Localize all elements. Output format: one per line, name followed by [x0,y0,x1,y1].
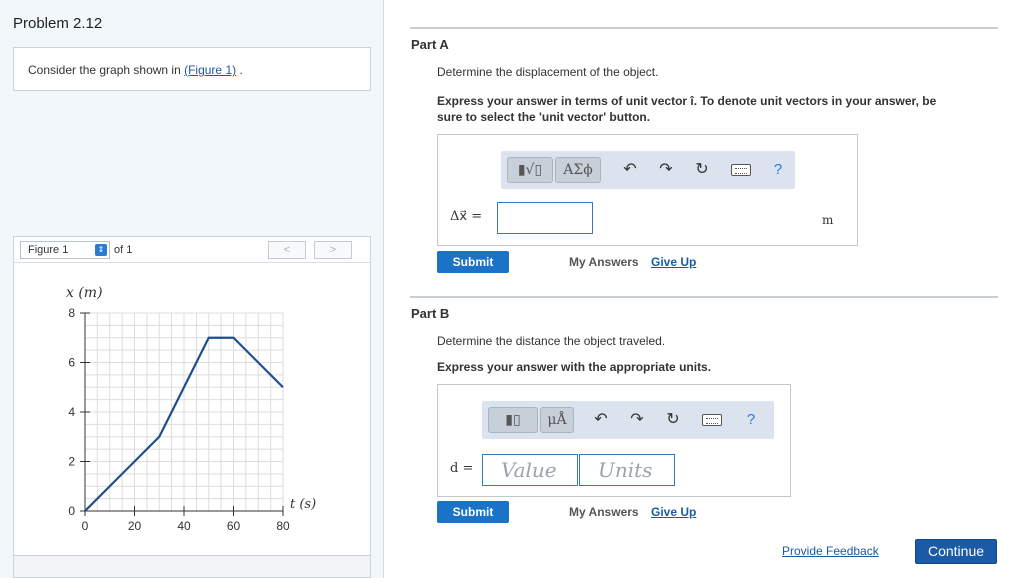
y-axis-label: x (m) [66,285,103,301]
part-a-label: Part A [411,37,449,52]
figure-footer-bar [13,555,371,578]
part-a-unit: m [822,213,834,227]
undo-icon[interactable]: ↶ [621,161,639,179]
part-a-question: Determine the displacement of the object… [437,65,659,79]
left-panel: Problem 2.12 Consider the graph shown in… [0,0,384,578]
part-b-give-up[interactable]: Give Up [651,505,696,519]
templates-button[interactable]: ▮√▯ [507,157,553,183]
figure-panel: Figure 1 ⇕ of 1 < > 0 20 40 60 80 0 2 4 6 8 x (m) t… [13,236,371,578]
part-b-answer-box: ▮▯ μÅ ↶ ↷ ↻ ? d = Value Units [437,384,791,497]
provide-feedback-link[interactable]: Provide Feedback [782,544,879,558]
help-icon[interactable]: ? [769,161,787,179]
redo-icon[interactable]: ↷ [657,161,675,179]
templates-button[interactable]: ▮▯ [488,407,538,433]
units-input[interactable]: Units [579,454,675,486]
keyboard-icon[interactable] [731,164,751,176]
updown-arrow-icon: ⇕ [95,244,107,256]
part-a-toolbar: ▮√▯ ΑΣϕ ↶ ↷ ↻ ? [501,151,795,189]
part-a-instruction-1: Express your answer in terms of unit vec… [437,94,937,108]
part-b-divider [410,296,998,298]
y-tick-label: 0 [68,504,75,518]
reset-icon[interactable]: ↻ [693,161,711,179]
position-time-graph: 0 20 40 60 80 0 2 4 6 8 x (m) t (s) [66,285,316,533]
value-input[interactable]: Value [482,454,578,486]
part-a-submit-button[interactable]: Submit [437,251,509,273]
next-figure-button[interactable]: > [314,241,352,259]
y-tick-label: 2 [68,455,75,469]
part-b-question: Determine the distance the object travel… [437,334,666,348]
x-tick-label: 0 [82,519,89,533]
units-symbols-button[interactable]: μÅ [540,407,574,433]
keyboard-icon[interactable] [702,414,722,426]
prev-figure-button[interactable]: < [268,241,306,259]
figure-count: of 1 [114,244,133,256]
figure-select[interactable]: Figure 1 ⇕ [20,241,110,259]
figure-header: Figure 1 ⇕ of 1 < > [14,237,370,263]
part-a-answer-box: ▮√▯ ΑΣϕ ↶ ↷ ↻ ? Δx⃗ = m [437,134,858,246]
x-tick-label: 20 [128,519,142,533]
y-tick-label: 4 [68,405,75,419]
reset-icon[interactable]: ↻ [664,411,682,429]
problem-statement: Consider the graph shown in (Figure 1) . [13,47,371,91]
continue-button[interactable]: Continue [915,539,997,564]
part-b-variable-label: d = [450,461,474,476]
y-tick-label: 8 [68,306,75,320]
y-tick-label: 6 [68,356,75,370]
part-b-label: Part B [411,306,450,321]
part-a-my-answers[interactable]: My Answers [569,255,639,269]
statement-suffix: . [236,63,243,77]
x-tick-label: 40 [177,519,191,533]
redo-icon[interactable]: ↷ [628,411,646,429]
greek-symbols-button[interactable]: ΑΣϕ [555,157,601,183]
part-a-give-up[interactable]: Give Up [651,255,696,269]
help-icon[interactable]: ? [742,411,760,429]
problem-title: Problem 2.12 [13,15,103,32]
part-a-answer-input[interactable] [497,202,593,234]
part-a-instruction-2: sure to select the 'unit vector' button. [437,110,651,124]
part-b-toolbar: ▮▯ μÅ ↶ ↷ ↻ ? [482,401,774,439]
part-b-submit-button[interactable]: Submit [437,501,509,523]
x-tick-label: 80 [276,519,290,533]
part-b-my-answers[interactable]: My Answers [569,505,639,519]
part-a-variable-label: Δx⃗ = [450,209,483,224]
figure-select-label: Figure 1 [28,244,69,256]
x-axis-label: t (s) [290,497,316,512]
x-tick-label: 60 [227,519,241,533]
undo-icon[interactable]: ↶ [592,411,610,429]
part-b-instruction: Express your answer with the appropriate… [437,360,712,374]
problem-statement-text: Consider the graph shown in (Figure 1) . [28,63,243,77]
part-a-divider [410,27,998,29]
statement-prefix: Consider the graph shown in [28,63,185,77]
figure-link[interactable]: (Figure 1) [184,63,236,77]
